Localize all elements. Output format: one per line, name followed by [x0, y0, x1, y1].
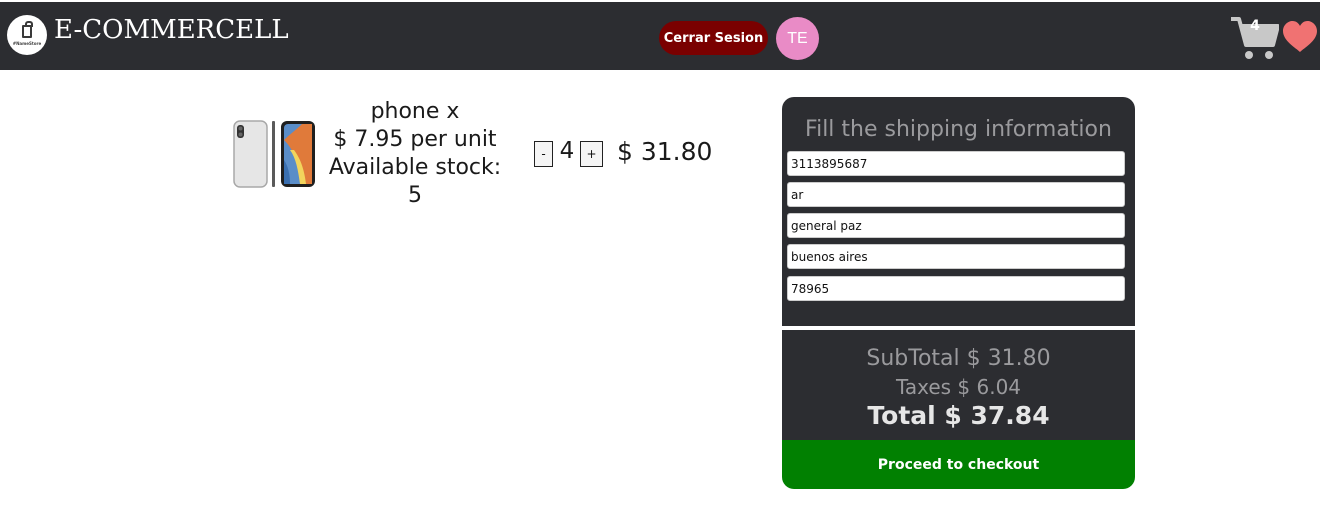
- decrease-quantity-button[interactable]: -: [534, 141, 553, 167]
- product-price: $ 7.95 per unit: [333, 127, 497, 152]
- navbar: #NameStore E-COMMERCELL Cerrar Sesion TE…: [0, 2, 1320, 70]
- taxes: Taxes $ 6.04: [895, 375, 1022, 399]
- street-field[interactable]: [787, 213, 1125, 238]
- checkout-panel: Fill the shipping information SubTotal $…: [782, 97, 1135, 489]
- user-avatar[interactable]: TE: [776, 17, 819, 60]
- brand-title[interactable]: E-COMMERCELL: [54, 15, 289, 45]
- heart-icon[interactable]: [1282, 21, 1318, 53]
- logout-button[interactable]: Cerrar Sesion: [659, 21, 768, 55]
- order-summary: SubTotal $ 31.80 Taxes $ 6.04 Total $ 37…: [782, 330, 1135, 440]
- bag-icon: [22, 21, 33, 38]
- product-image: [233, 120, 315, 188]
- line-total: $ 31.80: [617, 137, 713, 166]
- shipping-form: Fill the shipping information: [782, 97, 1135, 326]
- product-name: phone x: [370, 99, 460, 124]
- logo-text: #NameStore: [12, 41, 42, 46]
- stock-value: 5: [408, 183, 422, 208]
- city-field[interactable]: [787, 244, 1125, 269]
- product-info: phone x $ 7.95 per unit Available stock:…: [322, 98, 508, 210]
- phone-field[interactable]: [787, 151, 1125, 176]
- zip-field[interactable]: [787, 276, 1125, 301]
- shipping-title: Fill the shipping information: [805, 117, 1112, 142]
- proceed-to-checkout-button[interactable]: Proceed to checkout: [782, 440, 1135, 489]
- store-logo-icon[interactable]: #NameStore: [7, 15, 47, 55]
- cart-count-badge: 4: [1250, 18, 1260, 34]
- increase-quantity-button[interactable]: +: [580, 141, 603, 167]
- stock-label: Available stock:: [328, 155, 502, 180]
- country-field[interactable]: [787, 182, 1125, 207]
- quantity-value: 4: [559, 138, 575, 164]
- subtotal: SubTotal $ 31.80: [866, 346, 1051, 371]
- total: Total $ 37.84: [867, 401, 1050, 430]
